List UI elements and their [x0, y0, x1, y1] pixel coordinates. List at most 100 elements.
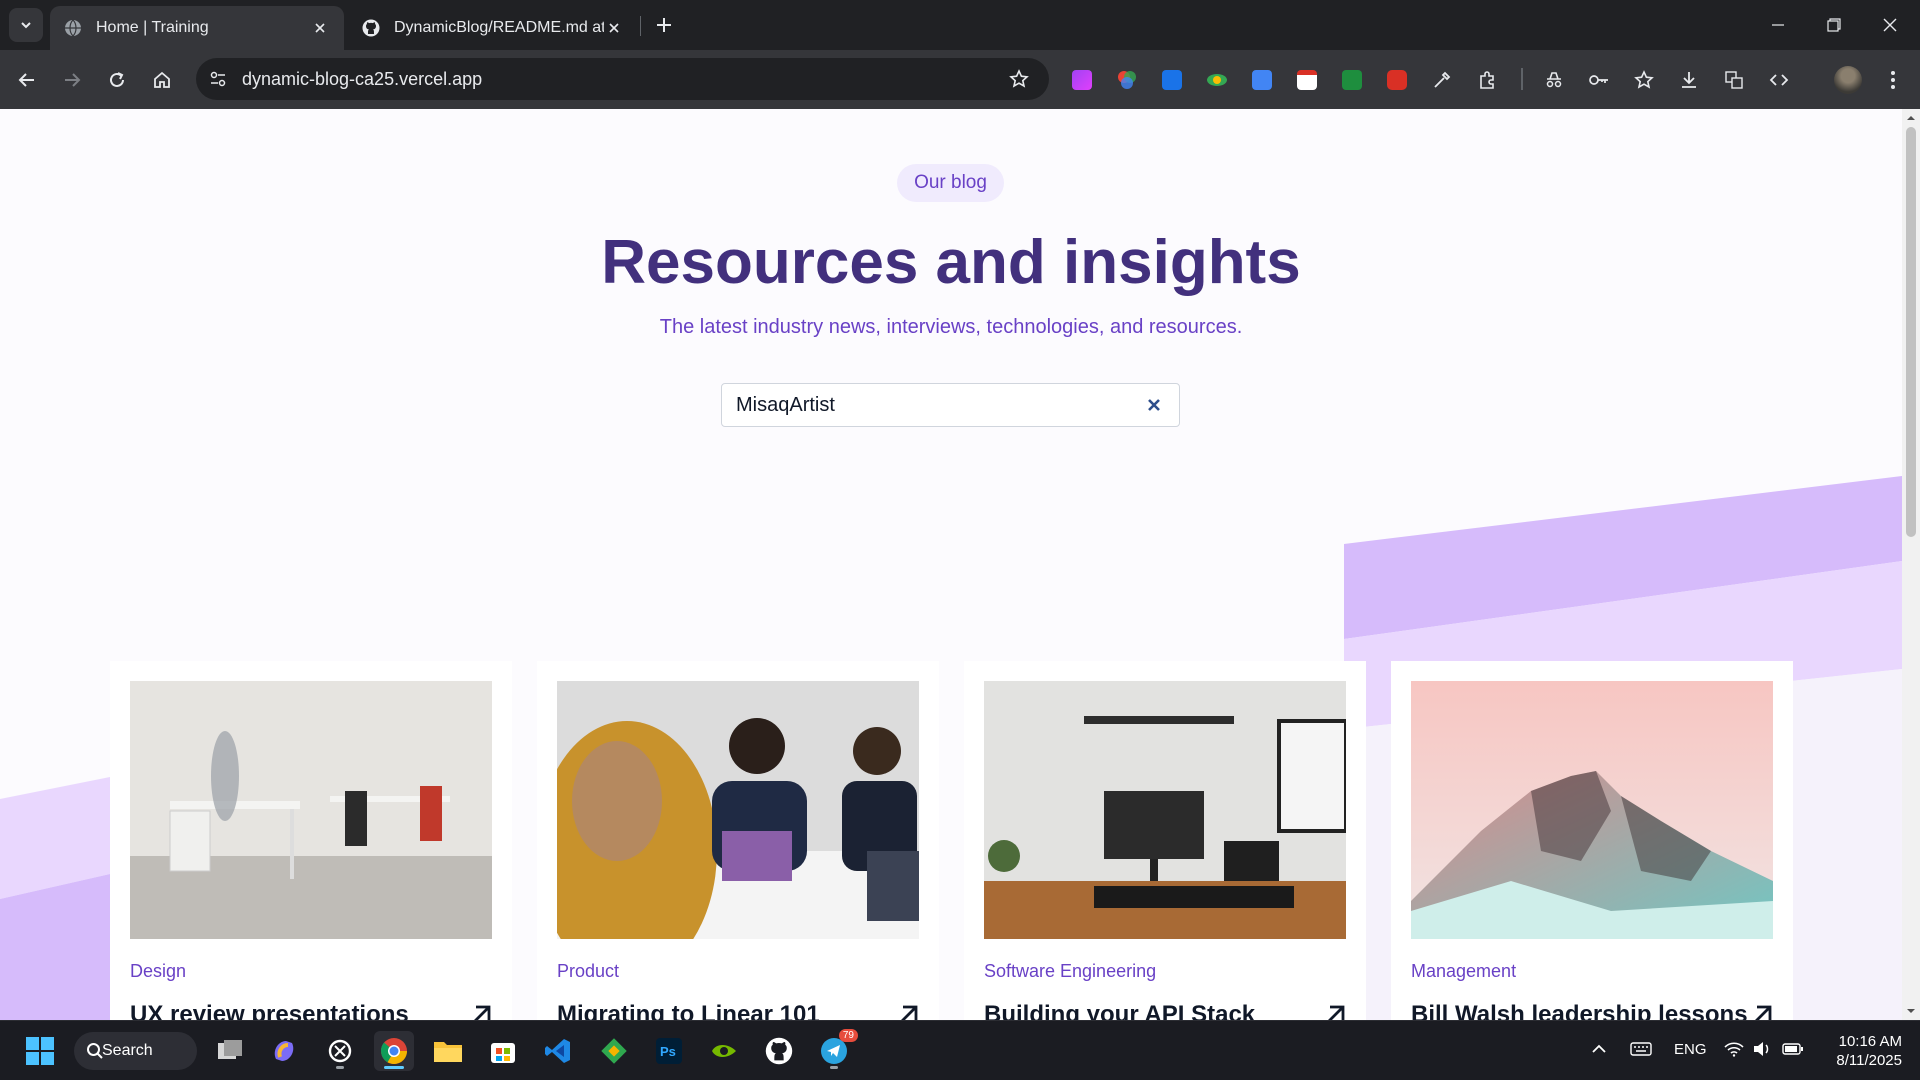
- blog-pill-badge: Our blog: [897, 164, 1004, 202]
- post-category[interactable]: Product: [557, 961, 619, 982]
- telegram-icon[interactable]: 79: [814, 1029, 858, 1071]
- tab-search-button[interactable]: [9, 8, 43, 42]
- reload-button[interactable]: [101, 64, 133, 96]
- git-tool-icon[interactable]: [594, 1031, 634, 1071]
- post-card[interactable]: Management Bill Walsh leadership lessons: [1391, 661, 1793, 1020]
- running-indicator: [830, 1066, 838, 1069]
- tab-home-training[interactable]: Home | Training: [50, 6, 344, 50]
- bookmarks-star-icon[interactable]: [1631, 67, 1657, 93]
- chrome-menu-icon[interactable]: [1880, 67, 1906, 93]
- clock-time: 10:16 AM: [1838, 1033, 1902, 1050]
- password-key-icon[interactable]: [1586, 67, 1612, 93]
- volume-icon[interactable]: [1752, 1041, 1772, 1061]
- tab-separator: [640, 16, 641, 36]
- github-desktop-icon[interactable]: [759, 1031, 799, 1071]
- post-category[interactable]: Design: [130, 961, 186, 982]
- arrow-up-right-icon[interactable]: [895, 1002, 921, 1020]
- search-box: [721, 383, 1180, 427]
- close-tab-icon[interactable]: [310, 18, 330, 38]
- search-input[interactable]: [736, 392, 1116, 418]
- photoshop-icon[interactable]: Ps: [649, 1031, 689, 1071]
- site-info-icon[interactable]: [206, 67, 230, 91]
- post-card[interactable]: Product Migrating to Linear 101: [537, 661, 939, 1020]
- eyedropper-icon[interactable]: [1429, 67, 1455, 93]
- page-title: Resources and insights: [601, 228, 1301, 297]
- battery-icon[interactable]: [1782, 1041, 1804, 1061]
- plus-icon: [657, 18, 671, 32]
- post-category[interactable]: Software Engineering: [984, 961, 1156, 982]
- copilot-icon[interactable]: [264, 1031, 304, 1071]
- arrow-up-right-icon[interactable]: [1322, 1002, 1348, 1020]
- incognito-icon[interactable]: [1541, 67, 1567, 93]
- extension-icon-4[interactable]: [1204, 67, 1230, 93]
- taskbar-search-label: Search: [102, 1042, 153, 1059]
- post-title[interactable]: Building your API Stack: [984, 1001, 1255, 1020]
- post-title[interactable]: UX review presentations: [130, 1001, 409, 1020]
- home-button[interactable]: [146, 64, 178, 96]
- tab-github-readme[interactable]: DynamicBlog/README.md at m: [348, 6, 638, 50]
- show-hidden-icons-button[interactable]: [1591, 1041, 1607, 1061]
- arrow-up-right-icon[interactable]: [1749, 1002, 1775, 1020]
- keyboard-icon[interactable]: [1630, 1041, 1652, 1061]
- extension-icon-7[interactable]: [1339, 67, 1365, 93]
- extensions-puzzle-icon[interactable]: [1474, 67, 1500, 93]
- downloads-icon[interactable]: [1676, 67, 1702, 93]
- chevron-up-icon: [1592, 1044, 1606, 1053]
- restore-icon: [1827, 18, 1841, 32]
- tab-title: Home | Training: [96, 19, 209, 36]
- scrollbar-thumb[interactable]: [1906, 127, 1916, 537]
- reload-icon: [110, 72, 124, 87]
- file-explorer-icon[interactable]: [428, 1031, 468, 1071]
- post-title[interactable]: Bill Walsh leadership lessons: [1411, 1001, 1748, 1020]
- blog-page: Our blog Resources and insights The late…: [0, 109, 1902, 1020]
- chrome-taskbar-icon[interactable]: [374, 1031, 414, 1071]
- scroll-up-icon[interactable]: [1906, 113, 1916, 123]
- close-window-button[interactable]: [1862, 0, 1918, 50]
- clear-search-button[interactable]: [1143, 394, 1165, 416]
- wifi-icon[interactable]: [1724, 1041, 1744, 1061]
- calendar-extension-icon[interactable]: [1294, 67, 1320, 93]
- post-card[interactable]: Software Engineering Building your API S…: [964, 661, 1366, 1020]
- microsoft-store-icon[interactable]: [483, 1031, 523, 1071]
- github-icon: [362, 19, 380, 37]
- chatgpt-icon[interactable]: [320, 1031, 360, 1071]
- running-indicator: [384, 1066, 404, 1069]
- profile-avatar[interactable]: [1834, 66, 1862, 94]
- post-image-desk-setup: [984, 681, 1346, 939]
- minimize-button[interactable]: [1750, 0, 1806, 50]
- post-title[interactable]: Migrating to Linear 101: [557, 1001, 820, 1020]
- clock-date: 8/11/2025: [1836, 1052, 1902, 1069]
- scroll-down-icon[interactable]: [1906, 1006, 1916, 1016]
- color-picker-extension-icon[interactable]: [1114, 67, 1140, 93]
- post-card[interactable]: Design UX review presentations: [110, 661, 512, 1020]
- devtools-code-icon[interactable]: [1766, 67, 1792, 93]
- close-tab-icon[interactable]: [604, 18, 624, 38]
- post-category[interactable]: Management: [1411, 961, 1516, 982]
- running-indicator: [336, 1066, 344, 1069]
- taskbar-search[interactable]: Search: [74, 1032, 197, 1070]
- home-icon: [154, 71, 170, 88]
- post-image-meeting: [557, 681, 919, 939]
- translate-icon[interactable]: [1721, 67, 1747, 93]
- page-scrollbar[interactable]: [1902, 109, 1920, 1020]
- start-button[interactable]: [20, 1031, 60, 1071]
- extension-icon-1[interactable]: [1069, 67, 1095, 93]
- tab-strip: Home | Training DynamicBlog/README.md at…: [0, 0, 1920, 50]
- arrow-up-right-icon[interactable]: [468, 1002, 494, 1020]
- address-bar[interactable]: dynamic-blog-ca25.vercel.app: [196, 58, 1049, 100]
- globe-icon: [65, 19, 81, 37]
- vscode-icon[interactable]: [538, 1031, 578, 1071]
- forward-button[interactable]: [56, 64, 88, 96]
- google-translate-extension-icon[interactable]: [1249, 67, 1275, 93]
- nvidia-icon[interactable]: [704, 1031, 744, 1071]
- system-clock[interactable]: 10:16 AM 8/11/2025: [1812, 1032, 1902, 1070]
- download-extension-icon[interactable]: [1159, 67, 1185, 93]
- windows-taskbar: Search Ps 79 ENG 10:16 AM 8/11/2025: [0, 1020, 1920, 1080]
- restore-button[interactable]: [1806, 0, 1862, 50]
- bookmark-star-icon[interactable]: [1007, 67, 1031, 91]
- screenshot-extension-icon[interactable]: [1384, 67, 1410, 93]
- back-button[interactable]: [11, 64, 43, 96]
- task-view-icon[interactable]: [210, 1031, 250, 1071]
- language-indicator[interactable]: ENG: [1674, 1041, 1707, 1058]
- new-tab-button[interactable]: [650, 11, 678, 39]
